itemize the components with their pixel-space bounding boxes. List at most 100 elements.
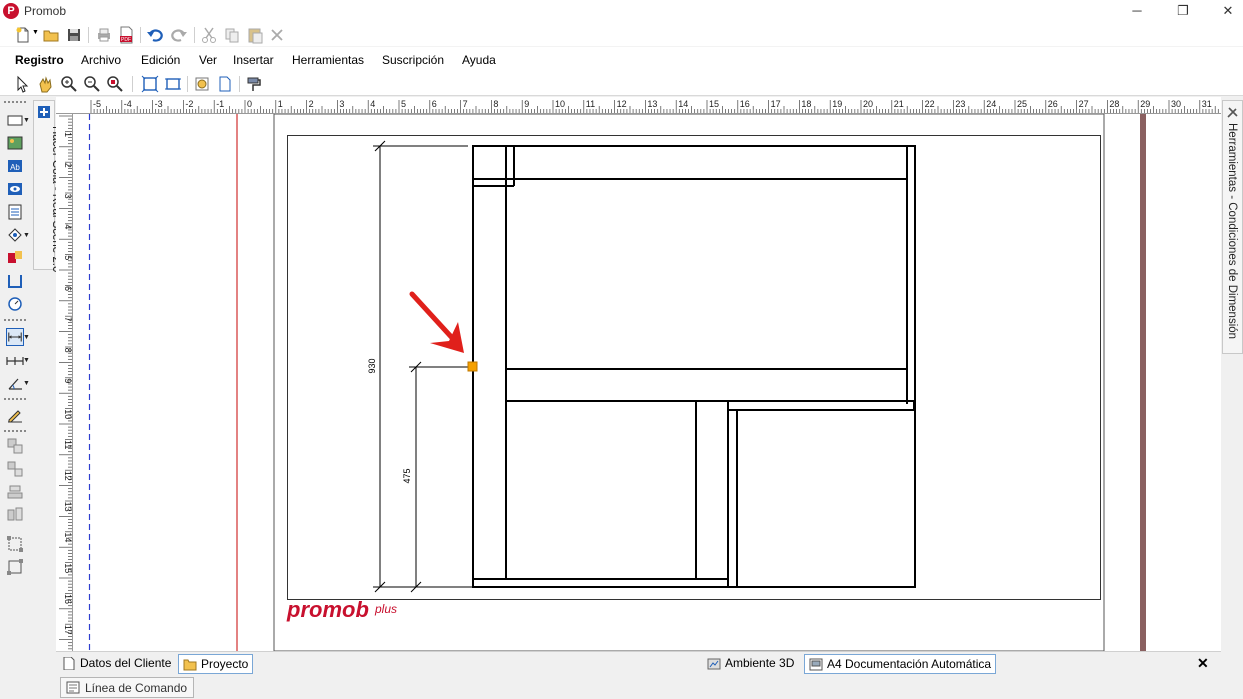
symbol-tool-icon[interactable] (6, 226, 24, 244)
bounds-alt-icon[interactable] (6, 558, 24, 576)
tab-proyecto[interactable]: Proyecto (178, 654, 254, 674)
export-pdf-icon[interactable]: PDF (117, 26, 135, 44)
puzzle-tool-icon[interactable] (6, 249, 24, 267)
dimension-chain-dropdown-icon[interactable]: ▼ (23, 357, 30, 364)
frame-fit-icon[interactable] (164, 75, 182, 93)
menu-insertar[interactable]: Insertar (233, 53, 274, 67)
zoom-out-icon[interactable] (83, 75, 101, 93)
print-icon[interactable] (95, 26, 113, 44)
dimension-dropdown-icon[interactable]: ▼ (23, 334, 30, 341)
tab-label: Proyecto (201, 657, 249, 671)
ruler-label: 1 (278, 99, 283, 109)
toolbar-separator (140, 27, 141, 43)
ruler-label: 17 (771, 99, 781, 109)
drawing-toolbox: ▼ Ab ▼ ▼ ▼ ▼ (0, 97, 33, 699)
save-icon[interactable] (65, 26, 83, 44)
ungroup-icon[interactable] (6, 460, 24, 478)
page-icon[interactable] (216, 75, 234, 93)
dimension-chain-icon[interactable] (6, 351, 24, 369)
minimize-button[interactable]: ─ (1114, 0, 1160, 23)
copy-icon[interactable] (223, 26, 241, 44)
symbol-tool-dropdown-icon[interactable]: ▼ (23, 232, 30, 239)
ruler-label: 23 (955, 99, 965, 109)
group-icon[interactable] (6, 437, 24, 455)
bounds-icon[interactable] (6, 535, 24, 553)
pencil-tool-icon[interactable] (6, 406, 24, 424)
real-scene-icon (38, 106, 50, 118)
frame-select-icon[interactable] (141, 75, 159, 93)
text-tool-icon[interactable]: Ab (6, 157, 24, 175)
toolbar-separator (132, 76, 133, 92)
rectangle-tool-icon[interactable] (6, 111, 24, 129)
real-scene-panel-tab[interactable]: Hacer Cola - Real Scene 2.0 (33, 100, 62, 272)
menu-registro[interactable]: Registro (15, 53, 64, 67)
angle-dimension-dropdown-icon[interactable]: ▼ (23, 380, 30, 387)
render-icon[interactable] (193, 75, 211, 93)
ruler-label: 4 (63, 224, 73, 229)
rectangle-tool-dropdown-icon[interactable]: ▼ (23, 117, 30, 124)
paint-icon[interactable] (245, 75, 263, 93)
redo-icon[interactable] (170, 26, 188, 44)
pdf-label: PDF (121, 37, 131, 43)
command-line-label: Línea de Comando (85, 681, 188, 695)
dimension-conditions-panel-tab[interactable]: Herramientas - Condiciones de Dimensión (1222, 100, 1243, 354)
cut-icon[interactable] (200, 26, 218, 44)
ruler-label: 13 (647, 99, 657, 109)
close-button[interactable]: ✕ (1205, 0, 1243, 23)
delete-icon[interactable] (268, 26, 286, 44)
menu-suscripcion[interactable]: Suscripción (382, 53, 444, 67)
toolbox-separator (4, 319, 26, 321)
undo-icon[interactable] (146, 26, 164, 44)
ruler-label: 9 (524, 99, 529, 109)
menu-edicion[interactable]: Edición (141, 53, 180, 67)
selection-handle[interactable] (467, 361, 478, 372)
open-folder-icon[interactable] (42, 26, 60, 44)
drawing-canvas[interactable]: 930 475 promob plus (73, 114, 1221, 651)
tab-label: A4 Documentación Automática (827, 657, 992, 671)
maximize-button[interactable]: ❐ (1160, 0, 1206, 23)
menu-archivo[interactable]: Archivo (81, 53, 121, 67)
tab-datos-del-cliente[interactable]: Datos del Cliente (58, 654, 175, 674)
ruler-label: 6 (63, 286, 73, 291)
ruler-label: 8 (63, 348, 73, 353)
menu-ver[interactable]: Ver (199, 53, 217, 67)
ruler-label: 7 (63, 317, 73, 322)
paste-icon[interactable] (246, 26, 264, 44)
list-tool-icon[interactable] (6, 203, 24, 221)
zoom-window-icon[interactable] (106, 75, 124, 93)
ruler-label: 15 (709, 99, 719, 109)
layout-drawing[interactable]: 930 475 promob plus (73, 114, 1221, 651)
select-arrow-icon[interactable] (13, 75, 31, 93)
pan-hand-icon[interactable] (36, 75, 54, 93)
ruler-label: 12 (617, 99, 627, 109)
ruler-label: 2 (309, 99, 314, 109)
command-line-tab[interactable]: Línea de Comando (60, 677, 195, 698)
menu-herramientas[interactable]: Herramientas (292, 53, 364, 67)
document-icon (63, 657, 75, 670)
distribute-icon[interactable] (6, 506, 24, 524)
command-bar: Línea de Comando (56, 675, 1243, 699)
dimension-label-partial[interactable]: 475 (402, 468, 412, 483)
page-layout-icon (809, 658, 823, 671)
zoom-extents-icon[interactable] (60, 75, 78, 93)
tab-a4-documentacion-automatica[interactable]: A4 Documentación Automática (804, 654, 997, 674)
wall-tool-icon[interactable] (6, 272, 24, 290)
ruler-label: 20 (863, 99, 873, 109)
close-document-button[interactable]: ✕ (1197, 655, 1209, 672)
horizontal-ruler: -5 -4 -3 -2 -1 0 1 2 3 4 5 6 7 8 9 10 11 12 13 14 15 16 17 18 19… (56, 97, 1221, 114)
ruler-label: 21 (894, 99, 904, 109)
toolbox-separator (4, 430, 26, 432)
new-file-dropdown-icon[interactable]: ▼ (32, 29, 39, 36)
measure-tool-icon[interactable] (6, 295, 24, 313)
tab-ambiente-3d[interactable]: Ambiente 3D (703, 654, 798, 674)
toolbar-separator (194, 27, 195, 43)
image-tool-icon[interactable] (6, 134, 24, 152)
align-icon[interactable] (6, 483, 24, 501)
menu-bar: Registro Archivo Edición Ver Insertar He… (0, 47, 1243, 72)
dimension-label-total[interactable]: 930 (367, 358, 377, 373)
angle-dimension-icon[interactable] (6, 374, 24, 392)
eye-tool-icon[interactable] (6, 180, 24, 198)
dimension-horizontal-icon[interactable] (6, 328, 24, 346)
new-file-icon[interactable] (14, 26, 32, 44)
menu-ayuda[interactable]: Ayuda (462, 53, 496, 67)
